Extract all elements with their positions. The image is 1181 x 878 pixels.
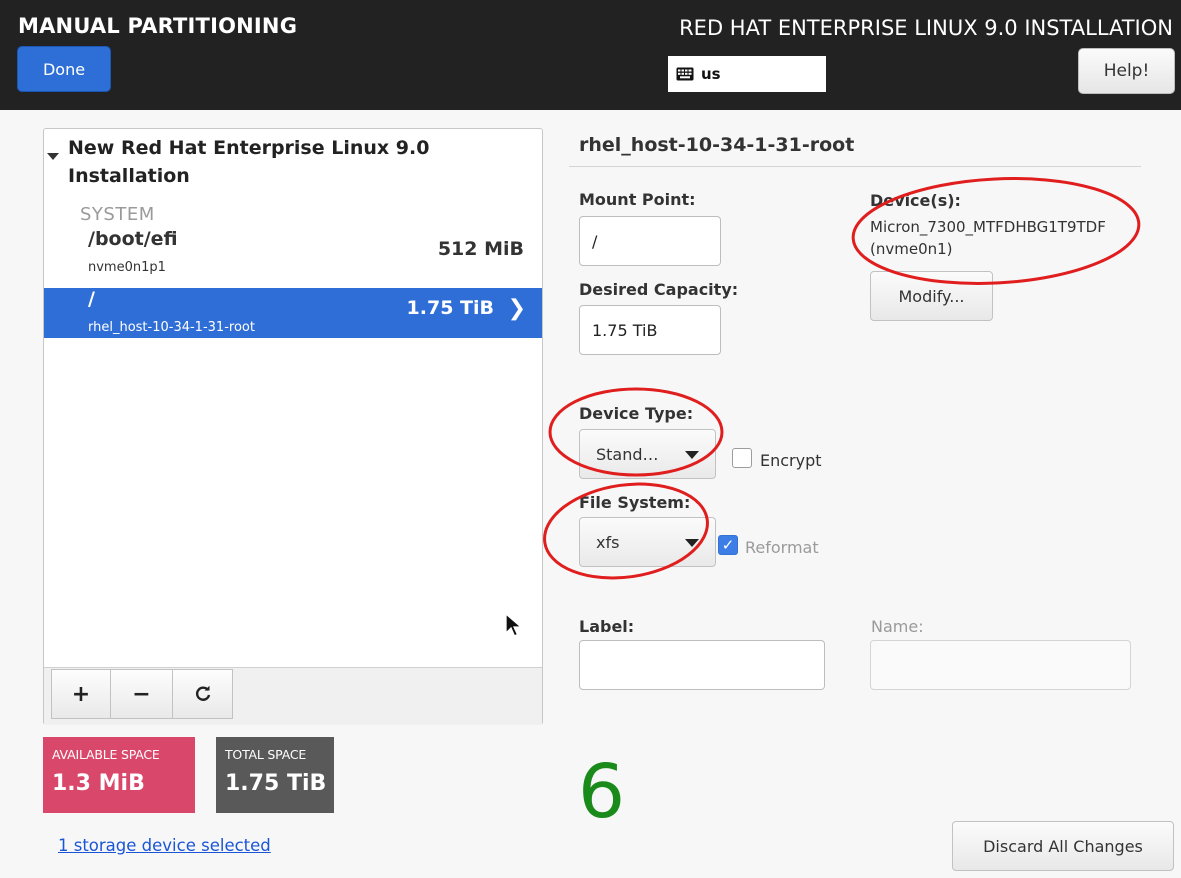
devices-label: Device(s): [870, 191, 961, 210]
modify-devices-button[interactable]: Modify... [870, 271, 993, 321]
devices-value: Micron_7300_MTFDHBG1T9TDF (nvme0n1) [870, 218, 1106, 258]
reformat-checkbox[interactable]: ✓ [718, 535, 738, 555]
refresh-icon [195, 685, 210, 701]
file-system-label: File System: [579, 493, 691, 512]
product-title: RED HAT ENTERPRISE LINUX 9.0 INSTALLATIO… [679, 16, 1173, 40]
desired-capacity-label: Desired Capacity: [579, 280, 739, 299]
expand-arrow-icon[interactable] [47, 153, 59, 160]
device-type-dropdown[interactable]: Stand… [579, 429, 716, 479]
total-space-value: 1.75 TiB [225, 771, 327, 796]
name-field-label: Name: [871, 617, 924, 636]
available-space-label: AVAILABLE SPACE [52, 747, 160, 762]
refresh-button[interactable] [172, 669, 233, 719]
file-system-dropdown[interactable]: xfs [579, 517, 716, 567]
reformat-label: Reformat [745, 538, 819, 557]
partition-size: 1.75 TiB [406, 297, 494, 319]
partition-mount-point: / [88, 288, 95, 310]
encrypt-checkbox[interactable] [732, 448, 752, 468]
partition-row-boot-efi[interactable]: /boot/efi nvme0n1p1 512 MiB [44, 228, 542, 288]
details-divider [569, 166, 1141, 167]
mount-point-label: Mount Point: [579, 190, 696, 209]
partition-size: 512 MiB [437, 238, 524, 260]
total-space-tile: TOTAL SPACE 1.75 TiB [216, 737, 334, 813]
available-space-tile: AVAILABLE SPACE 1.3 MiB [43, 737, 195, 813]
system-section-label: SYSTEM [80, 204, 155, 225]
remove-partition-button[interactable]: − [110, 669, 173, 719]
dropdown-arrow-icon [685, 539, 699, 547]
keyboard-layout-label: us [701, 65, 721, 83]
mouse-cursor-icon [505, 613, 523, 637]
installation-group-title[interactable]: New Red Hat Enterprise Linux 9.0 Install… [68, 134, 468, 190]
page-title: MANUAL PARTITIONING [18, 14, 298, 38]
help-button[interactable]: Help! [1078, 48, 1175, 94]
keyboard-icon [676, 67, 694, 81]
discard-all-changes-button[interactable]: Discard All Changes [952, 821, 1174, 871]
dropdown-arrow-icon [685, 451, 699, 459]
file-system-value: xfs [596, 532, 620, 552]
chevron-right-icon: ❯ [507, 296, 526, 321]
partition-device: rhel_host-10-34-1-31-root [88, 320, 255, 335]
partition-row-root[interactable]: / rhel_host-10-34-1-31-root 1.75 TiB ❯ [44, 288, 542, 338]
storage-devices-link[interactable]: 1 storage device selected [58, 836, 271, 855]
label-field-label: Label: [579, 617, 635, 636]
mount-point-input[interactable]: / [579, 216, 721, 266]
device-type-value: Stand… [596, 444, 659, 464]
partition-mount-point: /boot/efi [88, 228, 178, 250]
add-partition-button[interactable]: + [51, 669, 111, 719]
available-space-value: 1.3 MiB [52, 771, 145, 796]
device-type-label: Device Type: [579, 404, 694, 423]
encrypt-label: Encrypt [760, 451, 822, 470]
keyboard-layout-indicator[interactable]: us [668, 56, 826, 92]
done-button[interactable]: Done [17, 46, 111, 92]
name-input[interactable] [870, 640, 1131, 690]
partition-device: nvme0n1p1 [88, 260, 166, 275]
selected-partition-title: rhel_host-10-34-1-31-root [579, 134, 855, 156]
total-space-label: TOTAL SPACE [225, 747, 307, 762]
annotation-number: 6 [578, 749, 626, 835]
label-input[interactable] [579, 640, 825, 690]
desired-capacity-input[interactable]: 1.75 TiB [579, 305, 721, 355]
